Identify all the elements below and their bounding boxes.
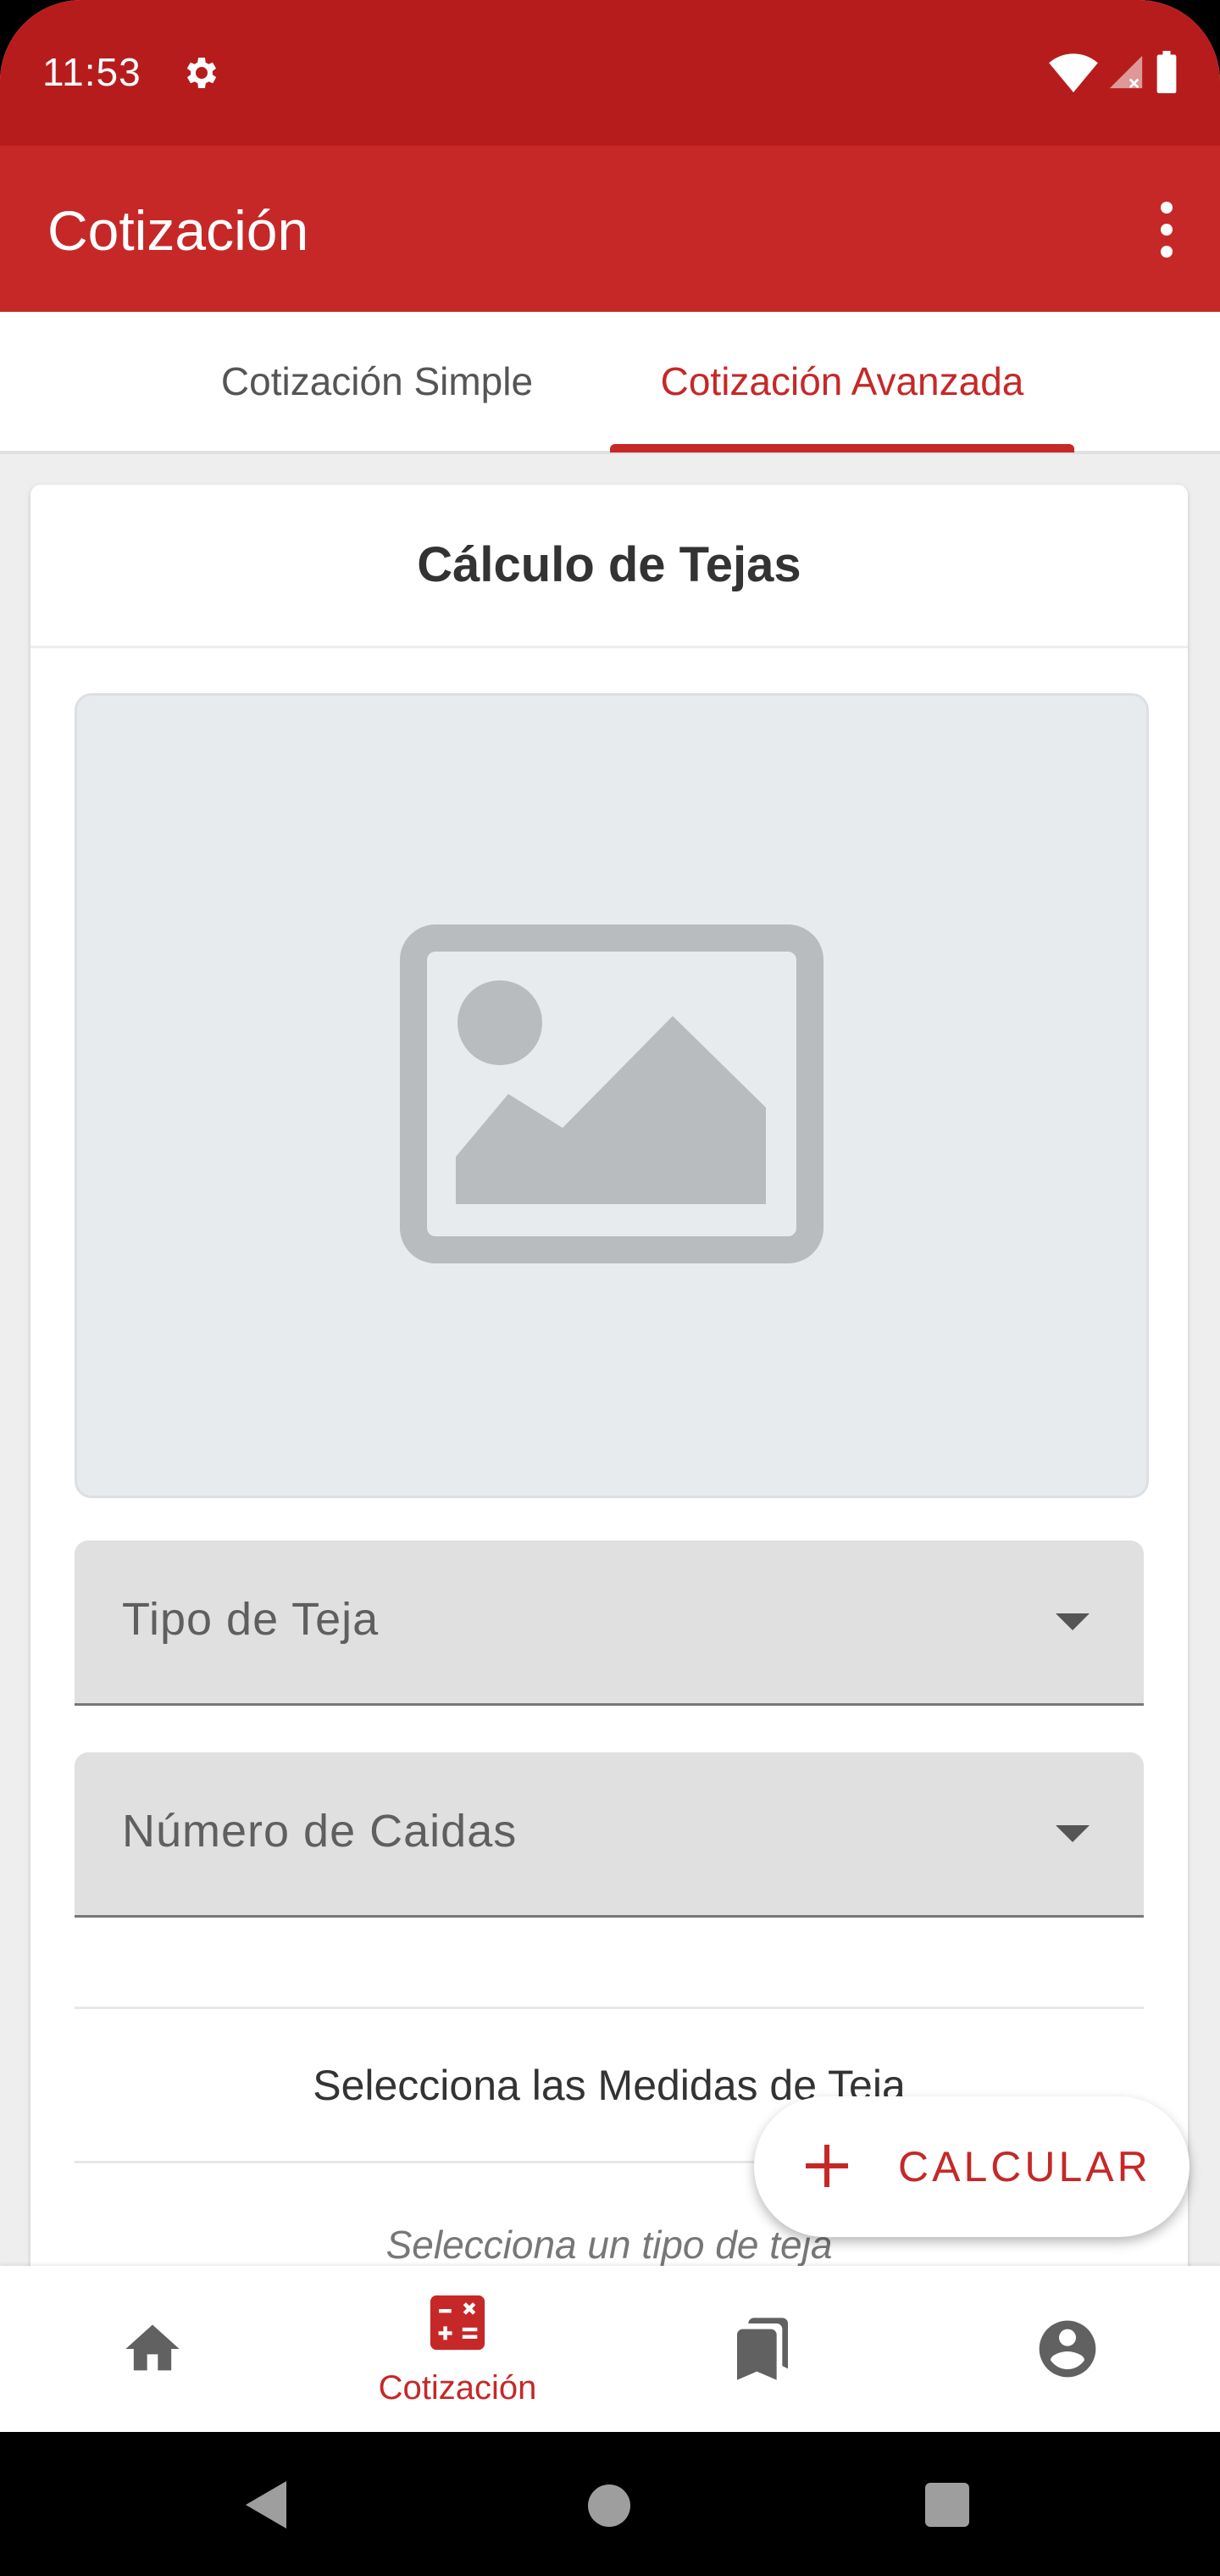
calculo-card: Cálculo de Tejas Tipo de Teja Número de … (30, 485, 1188, 2281)
fab-label: CALCULAR (898, 2143, 1151, 2190)
battery-icon (1156, 51, 1177, 93)
nav-bookmarks[interactable] (610, 2266, 915, 2432)
app-bar: Cotización (0, 146, 1220, 312)
nav-label: Cotización (378, 2369, 537, 2407)
signal-no-service-icon (1109, 55, 1143, 89)
tab-label: Cotización Avanzada (660, 359, 1024, 403)
back-icon[interactable] (246, 2481, 286, 2529)
card-title: Cálculo de Tejas (30, 485, 1188, 648)
status-icons (1049, 51, 1179, 93)
nav-cotizacion[interactable]: Cotización (305, 2266, 610, 2432)
plus-icon (806, 2145, 848, 2187)
wifi-icon (1049, 53, 1098, 92)
phone-screen: 11:53 Cotización Cotización Simple Cotiz… (0, 0, 1220, 2576)
recents-square-icon[interactable] (925, 2483, 969, 2527)
tab-label: Cotización Simple (220, 359, 534, 403)
image-placeholder (75, 693, 1149, 1498)
dropdown-arrow-icon (1056, 1613, 1090, 1630)
dropdown-arrow-icon (1056, 1825, 1090, 1842)
account-circle-icon (1039, 2320, 1096, 2378)
numero-de-caidas-select[interactable]: Número de Caidas (75, 1752, 1144, 1918)
status-bar: 11:53 (0, 0, 1220, 146)
select-label: Tipo de Teja (122, 1594, 380, 1645)
image-placeholder-icon (400, 924, 824, 1263)
system-navigation-bar (0, 2432, 1220, 2576)
tab-indicator (610, 444, 1074, 452)
tab-cotizacion-avanzada[interactable]: Cotización Avanzada (610, 312, 1074, 452)
nav-account[interactable] (915, 2266, 1220, 2432)
select-label: Número de Caidas (122, 1806, 518, 1857)
divider (75, 2007, 1144, 2009)
home-icon (125, 2324, 180, 2371)
calculator-icon (430, 2295, 485, 2351)
bookmarks-icon (737, 2318, 788, 2380)
status-time: 11:53 (42, 50, 141, 94)
tab-bar: Cotización Simple Cotización Avanzada (0, 312, 1220, 454)
more-vert-icon[interactable] (1154, 202, 1179, 258)
tipo-de-teja-select[interactable]: Tipo de Teja (75, 1541, 1144, 1706)
tab-cotizacion-simple[interactable]: Cotización Simple (169, 312, 585, 451)
settings-gear-icon (186, 58, 217, 88)
bottom-navigation: Cotización (0, 2266, 1220, 2432)
app-title: Cotización (47, 199, 309, 262)
home-circle-icon[interactable] (588, 2484, 630, 2527)
nav-home[interactable] (0, 2266, 305, 2432)
calcular-button[interactable]: CALCULAR (754, 2096, 1190, 2237)
